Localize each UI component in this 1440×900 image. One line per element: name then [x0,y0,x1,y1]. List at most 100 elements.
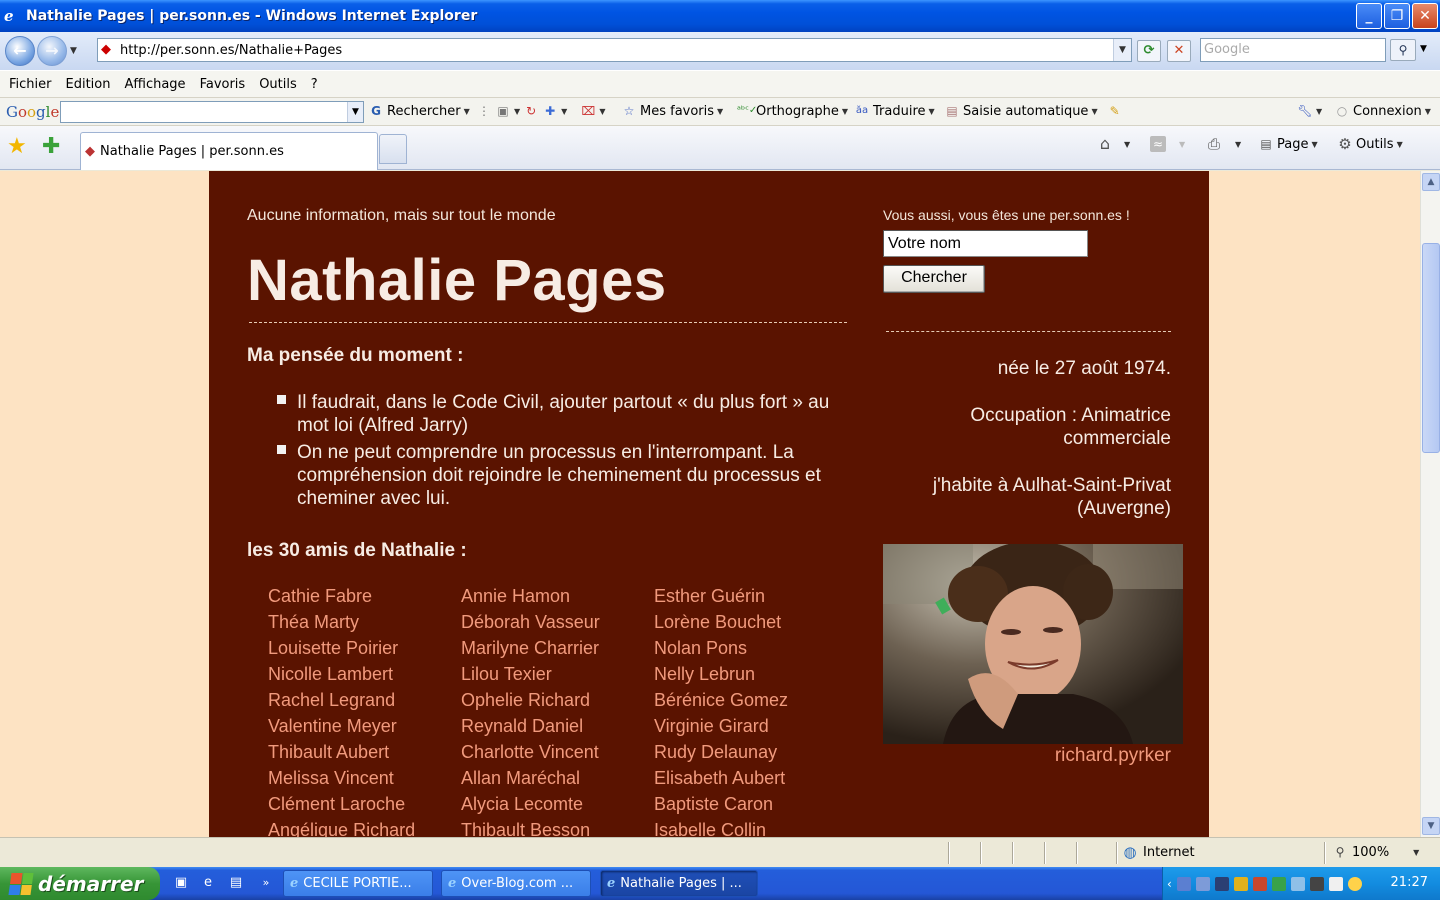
shield-icon[interactable] [1233,876,1248,891]
address-field[interactable]: ◆ http://per.sonn.es/Nathalie+Pages ▼ [97,38,1132,62]
menu-favoris[interactable]: Favoris [200,77,246,92]
chevron-down-icon: ▼ [1091,106,1098,116]
friend-link[interactable]: Déborah Vasseur [461,611,654,634]
friend-link[interactable]: Théa Marty [268,611,461,634]
friend-link[interactable]: Nelly Lebrun [654,663,847,686]
minimize-button[interactable]: _ [1356,3,1382,29]
menu-help[interactable]: ? [311,77,318,92]
home-button[interactable]: ⌂ ▼ [1097,136,1130,152]
friend-link[interactable]: Angélique Richard [268,819,461,837]
google-search-dropdown-icon[interactable]: ▼ [347,102,363,122]
friend-link[interactable]: Virginie Girard [654,715,847,738]
connect-button[interactable]: ○ Connexion ▼ [1334,103,1431,119]
tab-active[interactable]: ◆ Nathalie Pages | per.sonn.es [80,132,378,170]
friend-link[interactable]: Elisabeth Aubert [654,767,847,790]
name-search-input[interactable] [883,230,1088,257]
update-icon[interactable] [1271,876,1286,891]
friend-link[interactable]: Marilyne Charrier [461,637,654,660]
tray-expand-icon[interactable]: ‹ [1167,877,1172,891]
spellcheck-button[interactable]: ᵃᵇᶜ✓ Orthographe ▼ [737,103,848,119]
search-options-icon[interactable]: ▼ [1420,44,1427,54]
google-search-button[interactable]: G Rechercher ▼ [368,103,470,119]
toolbar-settings-button[interactable]: 🔧︎ ▼ [1297,103,1322,119]
friend-link[interactable]: Thibault Besson [461,819,654,837]
menu-outils[interactable]: Outils [259,77,297,92]
monitor-icon[interactable] [1214,876,1229,891]
address-url[interactable]: http://per.sonn.es/Nathalie+Pages [120,43,342,58]
photo-credit-link[interactable]: richard.pyrker [1055,745,1171,767]
forward-button[interactable]: → [37,36,67,66]
friend-link[interactable]: Thibault Aubert [268,741,461,764]
friend-link[interactable]: Bérénice Gomez [654,689,847,712]
close-button[interactable]: ✕ [1412,3,1438,29]
friend-link[interactable]: Baptiste Caron [654,793,847,816]
chevron-down-icon: ▼ [841,106,849,116]
friend-link[interactable]: Lorène Bouchet [654,611,847,634]
friend-link[interactable]: Reynald Daniel [461,715,654,738]
refresh-button[interactable]: ⟳ [1137,40,1161,62]
page-menu-button[interactable]: ▤ Page ▼ [1258,136,1317,152]
show-desktop-icon[interactable]: ▣ [172,874,190,892]
search-submit-button[interactable]: Chercher [883,265,985,293]
translate-button[interactable]: ăa Traduire ▼ [854,103,935,119]
friend-link[interactable]: Ophelie Richard [461,689,654,712]
google-search-input[interactable]: ▼ [60,101,364,123]
search-input[interactable]: Google [1200,38,1386,62]
friend-link[interactable]: Valentine Meyer [268,715,461,738]
antivirus-icon[interactable] [1252,876,1267,891]
ie-quicklaunch-icon[interactable]: e [199,874,217,892]
sync-icon[interactable] [1290,876,1305,891]
friend-link[interactable]: Louisette Poirier [268,637,461,660]
history-dropdown-icon[interactable]: ▼ [70,46,84,56]
friend-link[interactable]: Lilou Texier [461,663,654,686]
menu-bar: Fichier Edition Affichage Favoris Outils… [0,70,1440,98]
friend-link[interactable]: Rachel Legrand [268,689,461,712]
new-tab-button[interactable] [379,134,407,164]
scroll-up-icon[interactable]: ▲ [1422,173,1440,191]
friend-link[interactable]: Alycia Lecomte [461,793,654,816]
start-button[interactable]: démarrer [0,867,160,900]
zoom-control[interactable]: ⚲ 100% ▼ [1332,844,1420,860]
menu-affichage[interactable]: Affichage [124,77,185,92]
taskbar-item[interactable]: e Over-Blog.com ... [441,870,591,897]
friend-link[interactable]: Esther Guérin [654,585,847,608]
favorites-center-icon[interactable]: ★ [7,136,27,158]
friend-link[interactable]: Charlotte Vincent [461,741,654,764]
security-zone[interactable]: ◍ Internet [1122,844,1194,860]
feeds-button[interactable]: ≈ ▼ [1150,136,1185,152]
network-icon[interactable] [1176,876,1191,891]
add-favorite-icon[interactable]: ✚ [42,136,60,158]
friend-link[interactable]: Cathie Fabre [268,585,461,608]
menu-edition[interactable]: Edition [66,77,111,92]
friend-link[interactable]: Nolan Pons [654,637,847,660]
friend-link[interactable]: Clément Laroche [268,793,461,816]
scroll-down-icon[interactable]: ▼ [1422,817,1440,835]
friend-link[interactable]: Rudy Delaunay [654,741,847,764]
google-tools-group[interactable]: ⋮ ▣ ▼ ↻ ✚ ▼ ⌧ ▼ [476,103,605,119]
volume-icon[interactable] [1347,876,1362,891]
friend-link[interactable]: Allan Maréchal [461,767,654,790]
stop-button[interactable]: ✕ [1167,40,1191,62]
maximize-button[interactable]: ❐ [1384,3,1410,29]
bookmarks-button[interactable]: ☆ Mes favoris ▼ [621,103,724,119]
friend-link[interactable]: Nicolle Lambert [268,663,461,686]
vertical-scrollbar[interactable]: ▲ ▼ [1420,171,1440,837]
taskbar-item-active[interactable]: e Nathalie Pages | ... [600,870,758,897]
mixer-icon[interactable] [1309,876,1324,891]
autofill-button[interactable]: ▤ Saisie automatique ▼ ✎ [944,103,1123,119]
quicklaunch-more-icon[interactable]: » [257,874,275,892]
search-icon[interactable]: ⚲ [1390,39,1416,61]
print-button[interactable]: ⎙ ▼ [1206,136,1241,152]
taskbar-item[interactable]: e CECILE PORTIE... [283,870,433,897]
menu-fichier[interactable]: Fichier [9,77,52,92]
display-icon[interactable] [1328,876,1343,891]
back-button[interactable]: ← [5,36,35,66]
outlook-quicklaunch-icon[interactable]: ▤ [227,874,245,892]
friend-link[interactable]: Melissa Vincent [268,767,461,790]
address-dropdown-icon[interactable]: ▼ [1113,39,1131,61]
friend-link[interactable]: Isabelle Collin [654,819,847,837]
tools-menu-button[interactable]: ⚙ Outils ▼ [1337,136,1402,152]
friend-link[interactable]: Annie Hamon [461,585,654,608]
scroll-thumb[interactable] [1422,243,1440,453]
device-icon[interactable] [1195,876,1210,891]
